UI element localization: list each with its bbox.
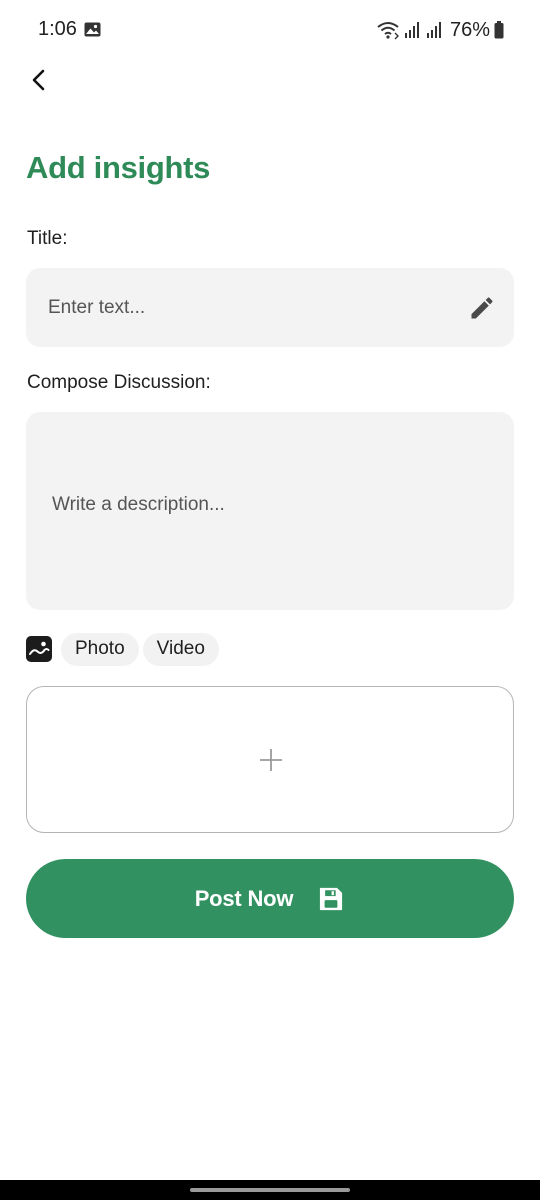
navigation-bar (0, 1180, 540, 1200)
media-type-selector: Photo Video (26, 632, 223, 666)
title-field[interactable] (26, 268, 514, 347)
battery-percentage: 76% (449, 18, 490, 41)
signal-icon (404, 22, 419, 38)
image-icon (26, 636, 52, 662)
gallery-icon (84, 22, 101, 37)
plus-icon (260, 749, 282, 771)
page-title: Add insights (26, 150, 211, 185)
battery-icon (494, 21, 504, 39)
upload-media-box[interactable] (26, 686, 514, 833)
wifi-icon (377, 22, 399, 40)
post-now-label: Post Now (194, 885, 294, 911)
title-input[interactable] (48, 268, 448, 347)
video-option[interactable]: Video (142, 632, 219, 666)
photo-option[interactable]: Photo (61, 632, 139, 666)
title-label: Title: (27, 228, 68, 249)
status-indicators: 76% (376, 18, 504, 42)
back-button[interactable] (22, 64, 54, 96)
save-icon (320, 887, 343, 910)
compose-label: Compose Discussion: (27, 372, 211, 393)
home-gesture-handle[interactable] (190, 1188, 350, 1192)
chevron-left-icon (32, 69, 45, 91)
status-bar: 1:06 76% (0, 0, 540, 60)
description-field[interactable] (26, 412, 514, 610)
description-input[interactable] (52, 494, 492, 530)
status-time: 1:06 (38, 18, 77, 40)
post-now-button[interactable]: Post Now (26, 859, 514, 938)
pencil-icon[interactable] (468, 294, 496, 322)
signal-icon (426, 22, 441, 38)
